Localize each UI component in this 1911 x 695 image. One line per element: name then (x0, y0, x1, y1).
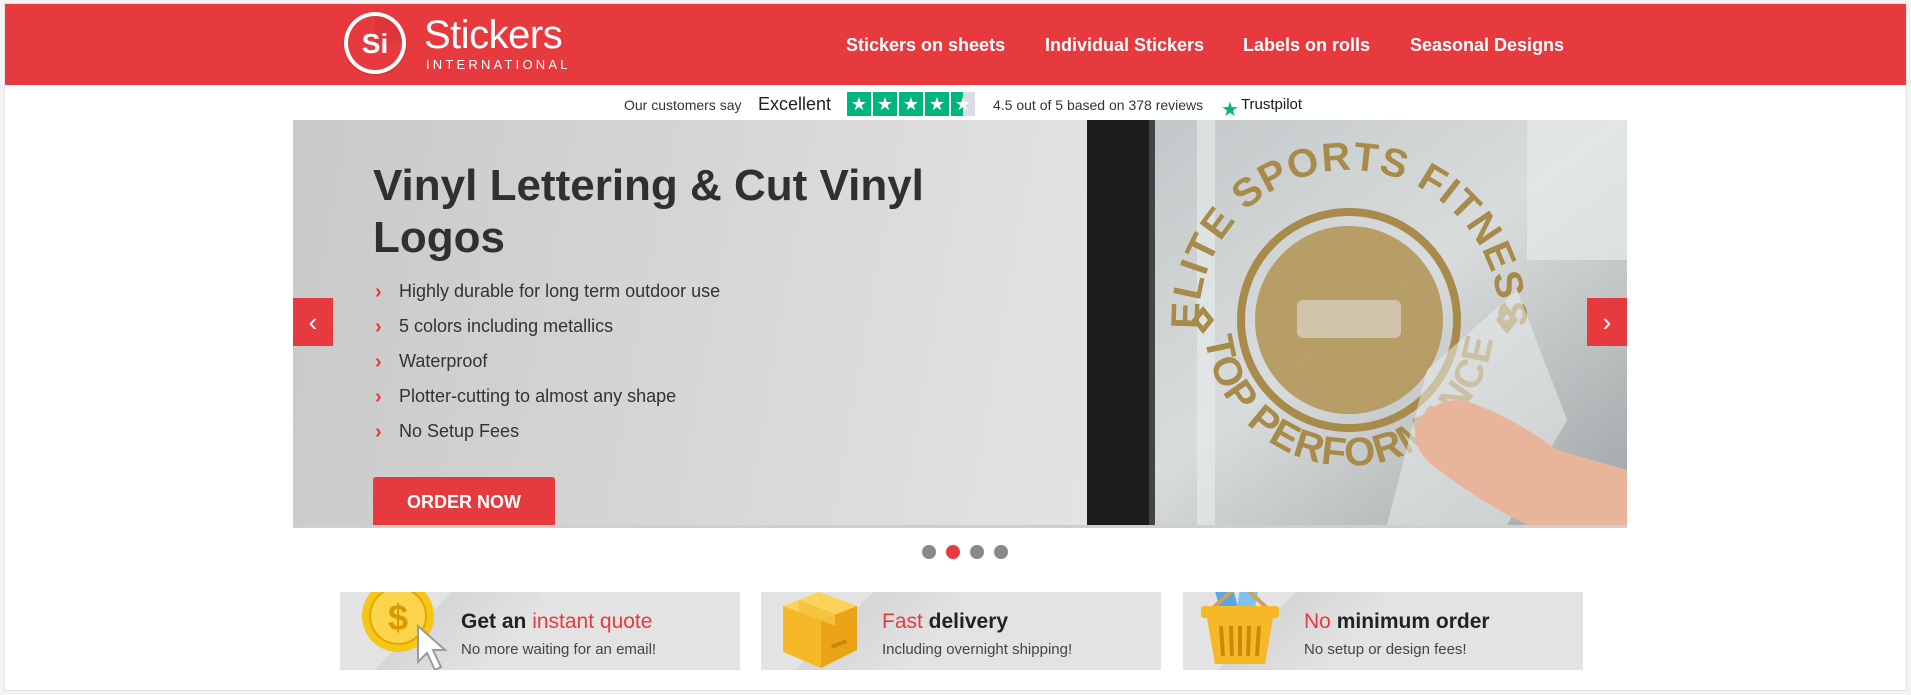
nav-seasonal-designs[interactable]: Seasonal Designs (1410, 34, 1564, 56)
feature-item: › Waterproof (373, 350, 720, 385)
half-star-icon: ★ (951, 92, 975, 116)
card-instant-quote[interactable]: $ Get an instant quote No more waiting f… (340, 592, 740, 670)
slider-dot-2[interactable] (946, 545, 960, 559)
card-subtitle: No more waiting for an email! (461, 641, 657, 658)
chevron-right-icon: › (375, 351, 382, 373)
chevron-right-icon: › (375, 281, 382, 303)
trustpilot-rating-word: Excellent (758, 94, 832, 114)
site-logo[interactable]: Si Stickers INTERNATIONAL (342, 9, 572, 81)
slider-dot-1[interactable] (922, 545, 936, 559)
chevron-right-icon: › (375, 386, 382, 408)
feature-item: › Plotter-cutting to almost any shape (373, 385, 720, 420)
chevron-left-icon: ‹ (308, 306, 318, 337)
slider-dots (922, 545, 1008, 559)
card-title: Fast delivery (882, 610, 1009, 633)
star-icon: ★ (873, 92, 897, 116)
feature-text: No Setup Fees (399, 421, 520, 441)
chevron-right-icon: › (1602, 306, 1612, 337)
feature-list: › Highly durable for long term outdoor us… (373, 280, 720, 455)
trustpilot-brand: Trustpilot (1240, 96, 1303, 113)
card-subtitle: Including overnight shipping! (882, 641, 1073, 658)
order-now-button[interactable]: ORDER NOW (373, 477, 555, 525)
feature-text: Highly durable for long term outdoor use (399, 281, 721, 301)
feature-item: › 5 colors including metallics (373, 315, 720, 350)
nav-labels-on-rolls[interactable]: Labels on rolls (1243, 34, 1370, 56)
slider-next-button[interactable]: › (1587, 298, 1627, 346)
trustpilot-stars: ★ ★ ★ ★ ★ (847, 92, 977, 116)
star-icon: ★ (925, 92, 949, 116)
slider-prev-button[interactable]: ‹ (293, 298, 333, 346)
hero-slider: Vinyl Lettering & Cut Vinyl Logos › Highl… (293, 120, 1627, 528)
card-title: Get an instant quote (461, 610, 653, 633)
logo-badge-icon: Si (344, 12, 406, 74)
slider-dot-4[interactable] (994, 545, 1008, 559)
logo-subtitle: INTERNATIONAL (426, 57, 571, 72)
card-no-minimum[interactable]: No minimum order No setup or design fees… (1183, 592, 1583, 670)
trustpilot-star-icon: ★ (1221, 99, 1239, 121)
slider-dot-3[interactable] (970, 545, 984, 559)
card-fast-delivery[interactable]: Fast delivery Including overnight shippi… (761, 592, 1161, 670)
card-subtitle: No setup or design fees! (1304, 641, 1467, 658)
star-icon: ★ (847, 92, 871, 116)
slide-title: Vinyl Lettering & Cut Vinyl Logos (373, 161, 924, 262)
nav-individual-stickers[interactable]: Individual Stickers (1045, 34, 1204, 56)
trustpilot-intro: Our customers say (624, 97, 742, 113)
coin-cursor-icon: $ (362, 592, 448, 670)
chevron-right-icon: › (375, 316, 382, 338)
feature-item: › No Setup Fees (373, 420, 720, 455)
feature-text: Plotter-cutting to almost any shape (399, 386, 677, 406)
card-title: No minimum order (1304, 610, 1490, 633)
trustpilot-bar[interactable]: Our customers say Excellent ★ ★ ★ ★ ★ 4.… (5, 92, 1906, 121)
svg-text:$: $ (388, 597, 408, 638)
basket-icon (1201, 592, 1279, 664)
logo-initials: Si (362, 28, 388, 59)
chevron-right-icon: › (375, 421, 382, 443)
nav-stickers-on-sheets[interactable]: Stickers on sheets (846, 34, 1005, 56)
page: Si Stickers INTERNATIONAL Stickers on sh… (4, 3, 1907, 691)
package-icon (783, 592, 857, 668)
feature-item: › Highly durable for long term outdoor us… (373, 280, 720, 315)
star-icon: ★ (899, 92, 923, 116)
logo-name: Stickers (424, 13, 563, 57)
trustpilot-summary: 4.5 out of 5 based on 378 reviews (993, 97, 1204, 113)
feature-text: 5 colors including metallics (399, 316, 614, 336)
feature-text: Waterproof (399, 351, 488, 371)
window-decal-photo: ELITE SPORTS FITNESS TOP PERFORMANCE (1087, 120, 1627, 525)
trustpilot-logo[interactable]: ★ Trustpilot (1221, 96, 1302, 121)
site-header: Si Stickers INTERNATIONAL Stickers on sh… (5, 4, 1906, 85)
